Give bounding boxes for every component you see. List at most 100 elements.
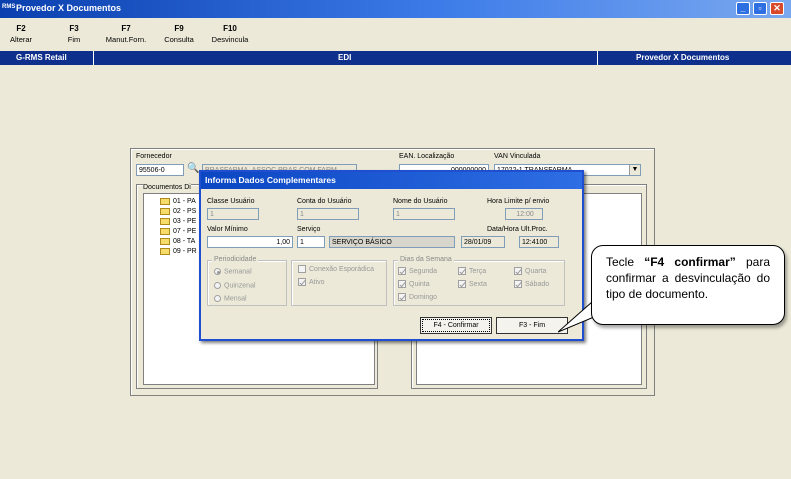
periodicidade-title: Periodicidade <box>212 256 259 263</box>
checkbox-label: Ativo <box>309 278 325 286</box>
fornecedor-label: Fornecedor <box>136 153 172 160</box>
sexta-checkbox[interactable]: Sexta <box>458 280 487 288</box>
valor-minimo-label: Valor Mínimo <box>207 226 248 233</box>
hora-limite-field[interactable]: 12:00 <box>505 208 543 220</box>
tree-item-label: 01 - PA <box>173 198 196 205</box>
conexao-esporadica-checkbox[interactable]: Conexão Esporádica <box>298 265 374 273</box>
key-label: F10 <box>223 24 237 33</box>
servico-label: Serviço <box>297 226 321 233</box>
classe-usuario-label: Classe Usuário <box>207 198 255 205</box>
checkbox-checked-icon <box>398 280 406 288</box>
checkbox-label: Segunda <box>409 267 438 275</box>
nome-usuario-field[interactable]: 1 <box>393 208 455 220</box>
checkbox-checked-icon <box>458 280 466 288</box>
function-key-toolbar: F2 Alterar F3 Fim F7 Manut.Forn. F9 Cons… <box>0 18 791 50</box>
documents-label: Documentos Di <box>143 184 191 191</box>
strip-divider <box>93 51 94 65</box>
data-ult-proc-label: Data/Hora Ult.Proc. <box>487 226 548 233</box>
checkbox-label: Quinta <box>409 280 430 288</box>
maximize-button[interactable]: ▫ <box>753 2 767 15</box>
checkbox-label: Terça <box>469 267 487 275</box>
dias-semana-title: Dias da Semana <box>398 256 454 263</box>
module-strip: G-RMS Retail EDI Provedor X Documentos <box>0 51 791 65</box>
servico-code-field[interactable]: 1 <box>297 236 325 248</box>
action-label: Desvincula <box>211 35 249 44</box>
segunda-checkbox[interactable]: Segunda <box>398 267 437 275</box>
callout-key: “F4 confirmar” <box>644 255 736 269</box>
folder-icon <box>160 247 170 255</box>
checkbox-label: Sexta <box>469 280 487 288</box>
consulta-button[interactable]: F9 Consulta <box>160 24 198 44</box>
dias-semana-group: Dias da Semana Segunda Terça Quarta Quin… <box>393 256 565 306</box>
key-label: F3 <box>69 24 79 33</box>
semanal-radio[interactable]: Semanal <box>214 268 252 275</box>
instruction-callout: Tecle “F4 confirmar” para confirmar a de… <box>591 245 785 325</box>
chevron-down-icon[interactable]: ▼ <box>629 165 640 175</box>
connection-group: Conexão Esporádica Ativo <box>291 260 387 306</box>
conta-usuario-field[interactable]: 1 <box>297 208 359 220</box>
strip-right-label: Provedor X Documentos <box>636 53 730 62</box>
data-ult-proc-field: 28/01/09 <box>461 236 505 248</box>
quinzenal-radio[interactable]: Quinzenal <box>214 282 256 289</box>
dialog-title: Informa Dados Complementares <box>201 172 582 189</box>
checkbox-label: Domingo <box>409 293 438 301</box>
terca-checkbox[interactable]: Terça <box>458 267 486 275</box>
fim-button[interactable]: F3 Fim <box>62 24 86 44</box>
sabado-checkbox[interactable]: Sábado <box>514 280 549 288</box>
conta-usuario-label: Conta do Usuário <box>297 198 352 205</box>
strip-left-label: G-RMS Retail <box>16 53 67 62</box>
checkbox-checked-icon <box>514 267 522 275</box>
valor-minimo-field[interactable]: 1,00 <box>207 236 293 248</box>
confirmar-button[interactable]: F4 - Confirmar <box>420 317 492 334</box>
checkbox-label: Conexão Esporádica <box>309 265 374 273</box>
domingo-checkbox[interactable]: Domingo <box>398 293 437 301</box>
callout-text: Tecle “F4 confirmar” para confirmar a de… <box>606 254 770 302</box>
tree-item-label: 03 - PE <box>173 218 197 225</box>
fornecedor-code-field[interactable]: 95506-0 <box>136 164 184 176</box>
action-label: Consulta <box>164 35 194 44</box>
folder-icon <box>160 207 170 215</box>
tree-item-label: 07 - PE <box>173 228 197 235</box>
strip-center-label: EDI <box>338 53 352 62</box>
quinta-checkbox[interactable]: Quinta <box>398 280 430 288</box>
quarta-checkbox[interactable]: Quarta <box>514 267 546 275</box>
folder-icon <box>160 237 170 245</box>
van-label: VAN Vinculada <box>494 153 541 160</box>
ean-label: EAN. Localização <box>399 153 455 160</box>
ativo-checkbox[interactable]: Ativo <box>298 278 325 286</box>
checkbox-checked-icon <box>298 278 306 286</box>
radio-label: Semanal <box>224 268 252 276</box>
binoculars-icon[interactable]: 🔍 <box>187 163 199 174</box>
radio-selected-icon <box>214 268 221 275</box>
folder-icon <box>160 227 170 235</box>
minimize-button[interactable]: _ <box>736 2 750 15</box>
desvincula-button[interactable]: F10 Desvincula <box>208 24 252 44</box>
key-label: F2 <box>16 24 26 33</box>
checkbox-label: Sábado <box>525 280 550 288</box>
key-label: F9 <box>174 24 184 33</box>
tree-item-label: 09 - PR <box>173 248 197 255</box>
radio-label: Quinzenal <box>224 282 256 290</box>
radio-icon <box>214 282 221 289</box>
servico-description: SERVIÇO BÁSICO <box>329 236 455 248</box>
checkbox-checked-icon <box>398 293 406 301</box>
tree-item[interactable]: 09 - PR <box>160 246 197 257</box>
radio-icon <box>214 295 221 302</box>
hora-limite-label: Hora Limite p/ envio <box>487 198 550 205</box>
action-label: Alterar <box>9 35 33 44</box>
tree-item-label: 02 - PS <box>173 208 197 215</box>
checkbox-checked-icon <box>458 267 466 275</box>
close-button[interactable]: ✕ <box>770 2 784 15</box>
radio-label: Mensal <box>224 295 247 303</box>
folder-icon <box>160 217 170 225</box>
checkbox-label: Quarta <box>525 267 547 275</box>
manut-forn-button[interactable]: F7 Manut.Forn. <box>103 24 149 44</box>
hora-ult-proc-field: 12:4100 <box>519 236 559 248</box>
app-logo: RMS <box>2 4 16 10</box>
mensal-radio[interactable]: Mensal <box>214 295 247 302</box>
checkbox-checked-icon <box>514 280 522 288</box>
nome-usuario-label: Nome do Usuário <box>393 198 448 205</box>
checkbox-icon <box>298 265 306 273</box>
classe-usuario-field[interactable]: 1 <box>207 208 259 220</box>
alterar-button[interactable]: F2 Alterar <box>8 24 34 44</box>
